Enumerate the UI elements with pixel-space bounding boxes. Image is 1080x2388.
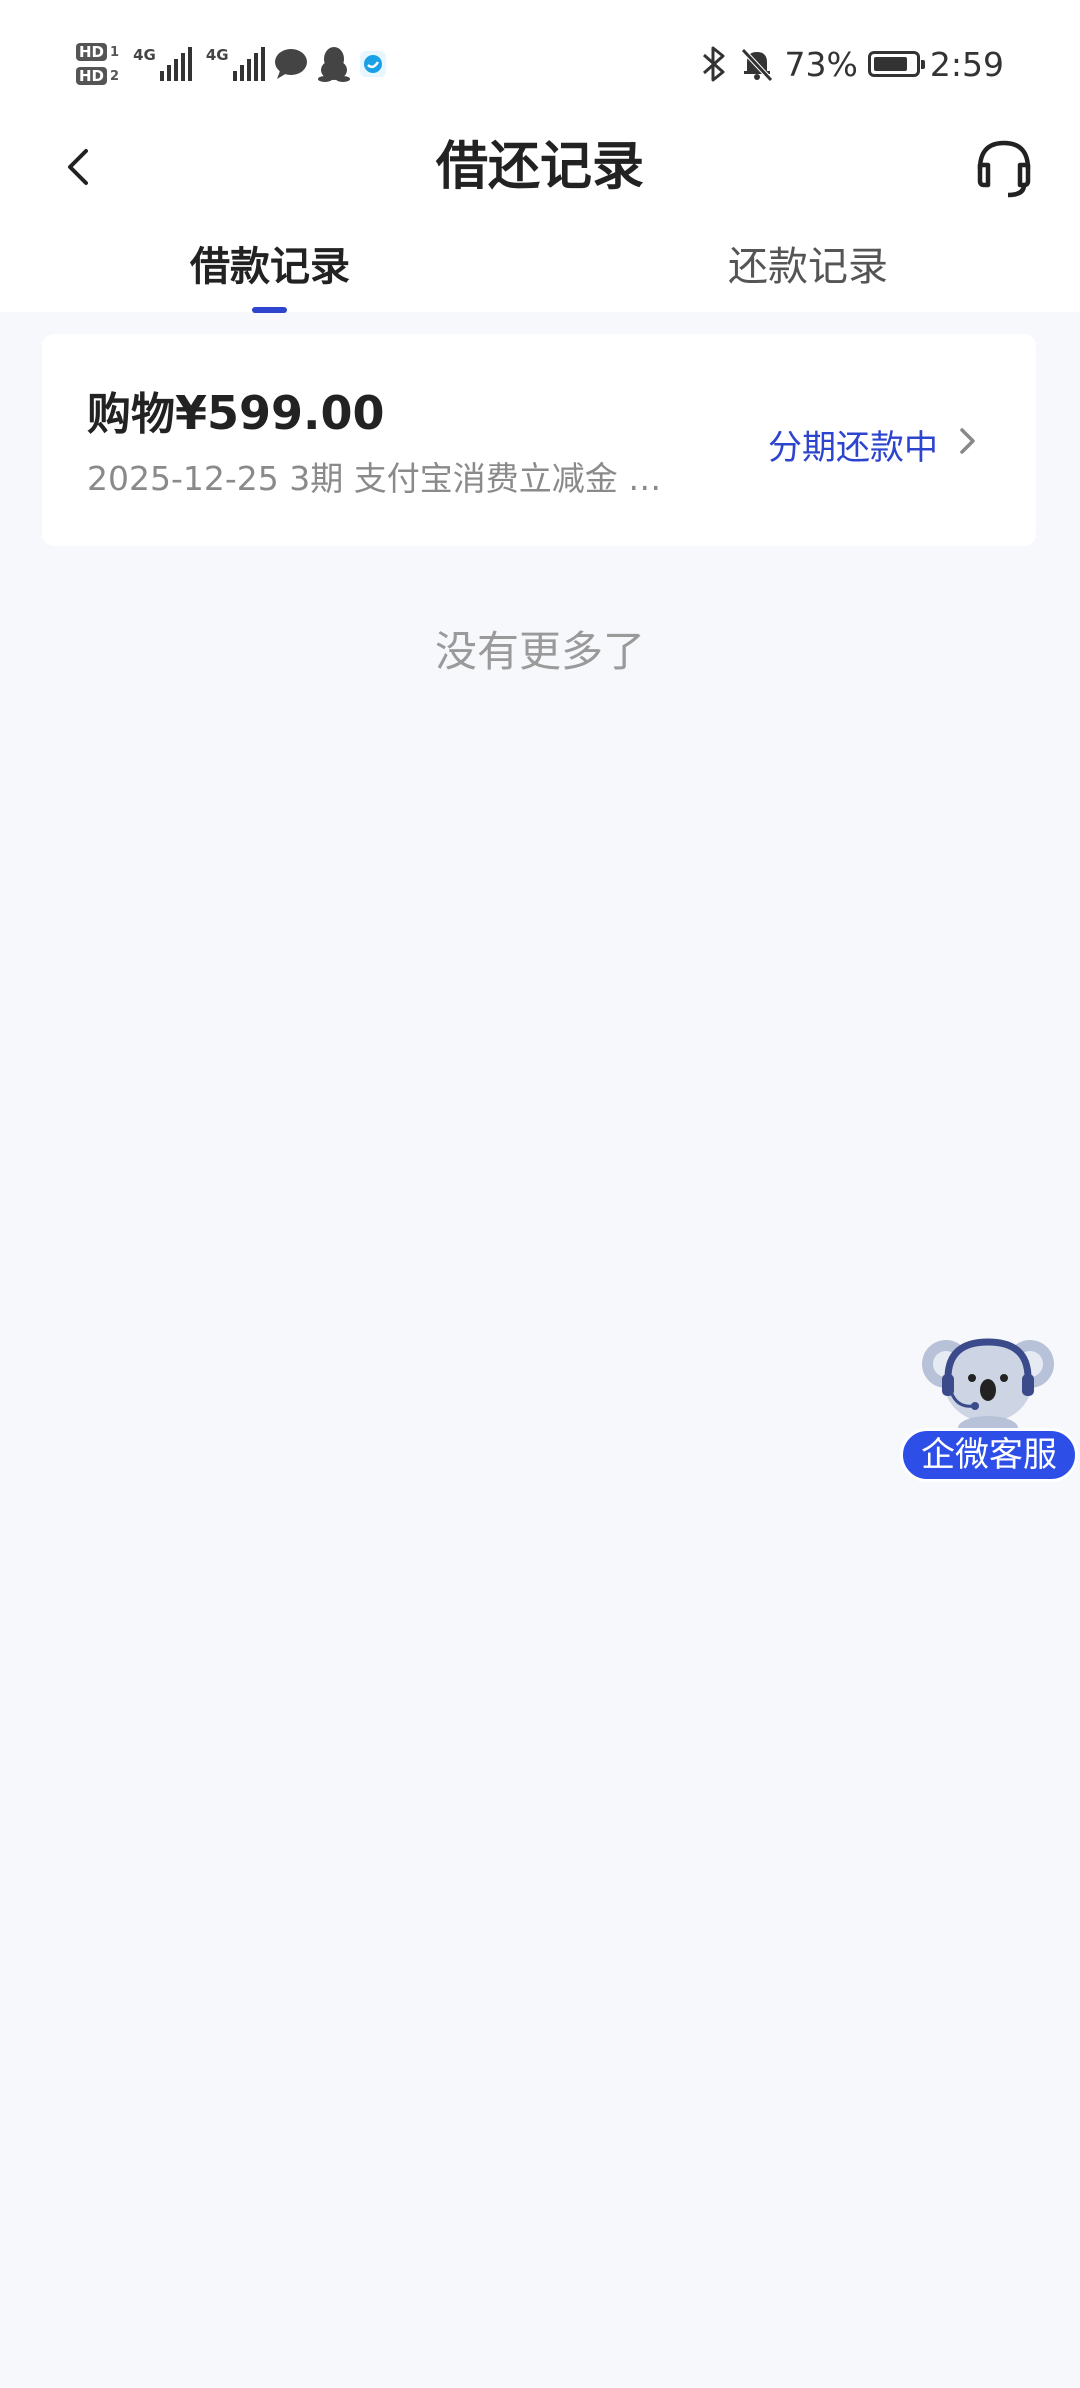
bell-muted-icon	[740, 48, 773, 82]
chat-bubble-icon	[274, 49, 307, 79]
page-title: 借还记录	[435, 137, 644, 197]
tab-repay-records[interactable]: 还款记录	[728, 232, 888, 302]
hd1-indicator: HD 1	[76, 43, 119, 61]
qq-penguin-icon	[317, 47, 350, 82]
record-amount-value: ¥599.00	[175, 386, 385, 440]
nav-bar: 借还记录	[0, 125, 1080, 210]
net2-label: 4G	[205, 46, 229, 64]
battery-icon	[867, 51, 925, 77]
loan-record-card[interactable]: 购物¥599.00 2025-12-25 3期 支付宝消费立减金 消... 分期…	[42, 334, 1036, 546]
signal-1: 4G	[133, 47, 192, 81]
koala-mascot-icon	[922, 1338, 1054, 1440]
hd2-num: 2	[110, 68, 120, 84]
net1-label: 4G	[133, 46, 156, 64]
record-amount: 购物¥599.00	[87, 378, 385, 442]
app-notification-icon	[359, 51, 386, 77]
service-label: 企微客服	[900, 1428, 1078, 1482]
hd2-badge: HD	[76, 67, 108, 85]
chevron-right-icon	[960, 428, 975, 454]
floating-service-button[interactable]: 企微客服	[898, 1330, 1080, 1490]
status-right: 73% 2:59	[699, 40, 1004, 88]
signal-bars-icon	[159, 47, 192, 81]
record-type: 购物	[87, 389, 175, 440]
signal-bars-icon	[232, 47, 265, 81]
hd1-num: 1	[110, 44, 120, 60]
record-meta: 2025-12-25 3期 支付宝消费立减金 消...	[87, 459, 687, 498]
headset-support-icon[interactable]	[968, 131, 1040, 203]
clock: 2:59	[929, 44, 1004, 84]
signal-2: 4G	[206, 47, 265, 81]
bluetooth-icon	[702, 46, 725, 82]
hd1-badge: HD	[76, 43, 108, 61]
battery-percent: 73%	[784, 44, 858, 84]
active-tab-indicator	[252, 307, 287, 313]
tab-borrow-records[interactable]: 借款记录	[190, 232, 350, 302]
hd-indicators: HD 1 HD 2	[76, 43, 119, 85]
record-tabs: 借款记录 还款记录	[0, 232, 1080, 313]
status-bar: HD 1 HD 2 4G 4G 73% 2:59	[0, 0, 1080, 125]
list-end-text: 没有更多了	[434, 627, 645, 676]
record-status: 分期还款中	[768, 428, 938, 468]
status-left: HD 1 HD 2 4G 4G	[76, 34, 387, 94]
hd2-indicator: HD 2	[76, 67, 119, 85]
